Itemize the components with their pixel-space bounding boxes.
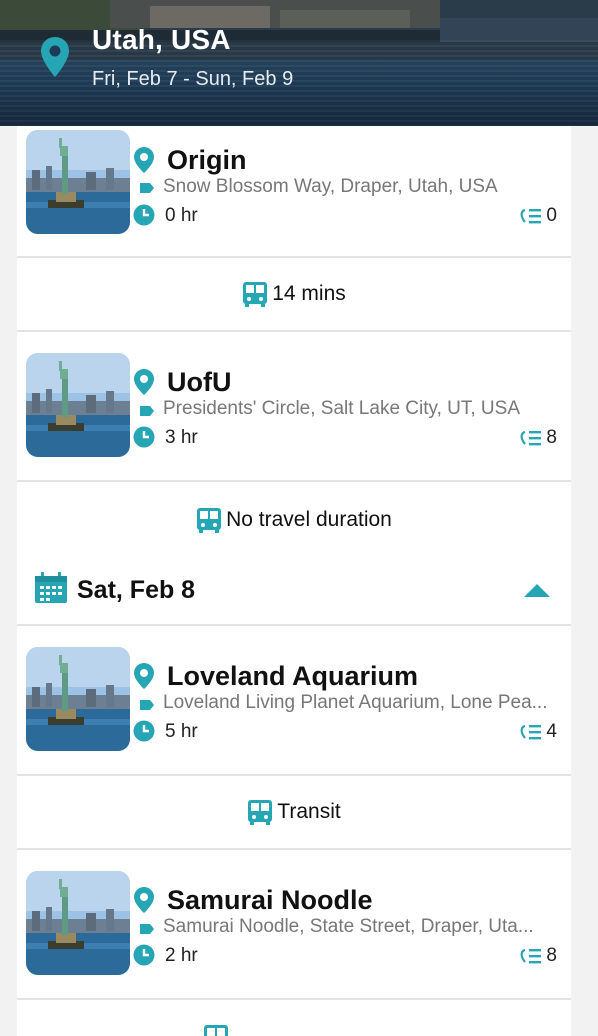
stop-card-samurai-noodle[interactable]: Samurai Noodle Samurai Noodle, State Str…: [17, 850, 571, 1000]
stop-thumbnail: [26, 871, 130, 975]
list-count-icon: [520, 430, 542, 446]
trip-title: Utah, USA: [92, 24, 231, 55]
travel-segment[interactable]: 14 mins: [17, 258, 571, 332]
bus-icon: [248, 800, 273, 825]
stop-duration: 3 hr: [165, 427, 198, 448]
travel-segment[interactable]: [17, 1000, 571, 1036]
day-header[interactable]: Sat, Feb 8: [17, 558, 571, 624]
stop-name: Samurai Noodle: [167, 885, 373, 915]
travel-duration: 14 mins: [272, 282, 346, 305]
stop-card-origin[interactable]: Origin Snow Blossom Way, Draper, Utah, U…: [17, 126, 571, 258]
calendar-icon: [35, 572, 67, 603]
travel-segment[interactable]: Transit: [17, 776, 571, 850]
itinerary-list: Origin Snow Blossom Way, Draper, Utah, U…: [17, 126, 571, 1036]
day-label: Sat, Feb 8: [77, 576, 196, 604]
bus-icon: [197, 508, 222, 533]
stop-address: Loveland Living Planet Aquarium, Lone Pe…: [163, 692, 548, 713]
stop-duration: 0 hr: [165, 205, 198, 226]
stop-thumbnail: [26, 647, 130, 751]
stop-address: Samurai Noodle, State Street, Draper, Ut…: [163, 916, 534, 937]
trip-header: Utah, USA Fri, Feb 7 - Sun, Feb 9: [0, 0, 598, 126]
location-pin-icon: [134, 663, 154, 689]
clock-icon: [133, 426, 155, 448]
stop-name: UofU: [167, 367, 232, 397]
clock-icon: [133, 720, 155, 742]
clock-icon: [133, 204, 155, 226]
stop-name: Loveland Aquarium: [167, 661, 419, 691]
tag-icon: [140, 924, 154, 934]
tag-icon: [140, 406, 154, 416]
list-count-icon: [520, 208, 542, 224]
caret-up-icon[interactable]: [523, 582, 551, 598]
stop-address: Presidents' Circle, Salt Lake City, UT, …: [163, 398, 521, 419]
trip-dates: Fri, Feb 7 - Sun, Feb 9: [92, 68, 294, 90]
stop-card-uofu[interactable]: UofU Presidents' Circle, Salt Lake City,…: [17, 332, 571, 482]
stop-count[interactable]: 0: [518, 205, 557, 227]
stop-count[interactable]: 8: [518, 427, 557, 449]
travel-duration: Transit: [277, 800, 341, 823]
stop-address: Snow Blossom Way, Draper, Utah, USA: [163, 176, 498, 197]
bus-icon: [243, 282, 268, 307]
location-pin-icon: [41, 37, 69, 77]
location-pin-icon: [134, 369, 154, 395]
clock-icon: [133, 944, 155, 966]
list-count-icon: [520, 948, 542, 964]
stop-card-loveland-aquarium[interactable]: Loveland Aquarium Loveland Living Planet…: [17, 626, 571, 776]
tag-icon: [140, 700, 154, 710]
stop-name: Origin: [167, 145, 247, 175]
tag-icon: [140, 183, 154, 193]
stop-count[interactable]: 8: [518, 945, 557, 967]
travel-duration: No travel duration: [226, 508, 392, 531]
stop-duration: 5 hr: [165, 721, 198, 742]
stop-duration: 2 hr: [165, 945, 198, 966]
bus-icon: [204, 1025, 228, 1036]
travel-segment[interactable]: No travel duration: [17, 482, 571, 558]
stop-count[interactable]: 4: [518, 721, 557, 743]
list-count-icon: [520, 724, 542, 740]
stop-thumbnail: [26, 353, 130, 457]
stop-thumbnail: [26, 130, 130, 234]
location-pin-icon: [134, 887, 154, 913]
location-pin-icon: [134, 147, 154, 173]
day-group: No travel duration Sat, Feb 8: [17, 482, 571, 626]
